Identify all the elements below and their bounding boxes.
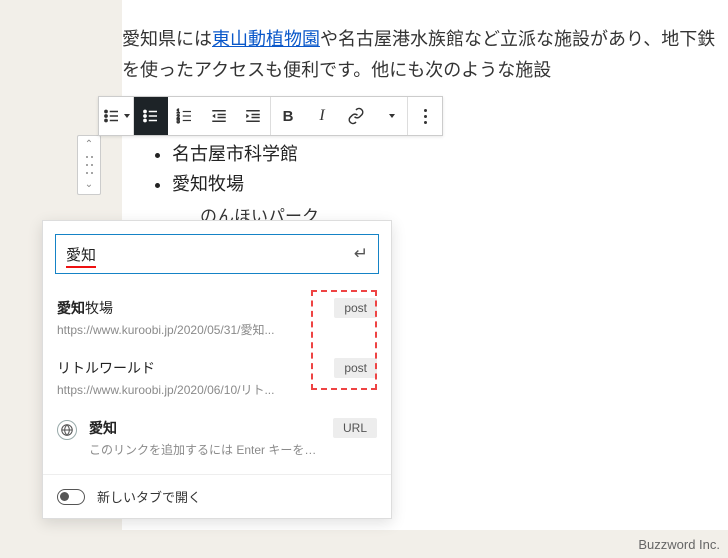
ordered-list-button[interactable]: 123 bbox=[168, 97, 202, 135]
more-vertical-icon bbox=[424, 109, 427, 124]
link-button[interactable] bbox=[339, 97, 373, 135]
link-search-field[interactable]: 愛知 ↵ bbox=[55, 234, 379, 274]
link-search-value: 愛知 bbox=[66, 244, 96, 265]
direct-title: 愛知 bbox=[89, 418, 321, 438]
chevron-down-icon bbox=[389, 114, 395, 118]
more-rich-text-button[interactable] bbox=[373, 97, 407, 135]
open-new-tab-label: 新しいタブで開く bbox=[97, 487, 201, 506]
list-item[interactable]: 愛知牧場 bbox=[172, 168, 319, 198]
chevron-up-icon: ⌃ bbox=[85, 140, 93, 150]
result-url: https://www.kuroobi.jp/2020/05/31/愛知... bbox=[57, 321, 322, 338]
link-result[interactable]: 愛知牧場 https://www.kuroobi.jp/2020/05/31/愛… bbox=[43, 288, 391, 348]
footer-credit: Buzzword Inc. bbox=[638, 537, 720, 552]
svg-text:3: 3 bbox=[177, 119, 180, 125]
result-title: リトルワールド bbox=[57, 360, 155, 376]
indent-button[interactable] bbox=[236, 97, 270, 135]
outdent-button[interactable] bbox=[202, 97, 236, 135]
paragraph-text-before: 愛知県には bbox=[122, 29, 212, 49]
bold-button[interactable]: B bbox=[271, 97, 305, 135]
paragraph-block[interactable]: 愛知県には東山動植物園や名古屋港水族館など立派な施設があり、地下鉄を使ったアクセ… bbox=[122, 0, 728, 85]
list-block[interactable]: 名古屋市科学館 愛知牧場 のんほいパーク bbox=[144, 138, 319, 229]
result-title-highlight: 愛知 bbox=[57, 300, 85, 316]
globe-icon bbox=[57, 420, 77, 440]
link-direct-url[interactable]: 愛知 このリンクを追加するには Enter キーを押... URL bbox=[43, 408, 391, 468]
unordered-list-button[interactable] bbox=[134, 97, 168, 135]
more-options-button[interactable] bbox=[408, 97, 442, 135]
inline-link[interactable]: 東山動植物園 bbox=[212, 29, 320, 49]
submit-icon[interactable]: ↵ bbox=[354, 244, 368, 264]
result-url: https://www.kuroobi.jp/2020/06/10/リト... bbox=[57, 381, 322, 398]
result-type-badge: post bbox=[334, 358, 377, 378]
link-popover-footer: 新しいタブで開く bbox=[43, 474, 391, 518]
link-popover: 愛知 ↵ 愛知牧場 https://www.kuroobi.jp/2020/05… bbox=[42, 220, 392, 519]
block-toolbar: 123 B I bbox=[98, 96, 443, 136]
open-new-tab-toggle[interactable] bbox=[57, 489, 85, 505]
link-result[interactable]: リトルワールド https://www.kuroobi.jp/2020/06/1… bbox=[43, 348, 391, 408]
italic-button[interactable]: I bbox=[305, 97, 339, 135]
direct-hint: このリンクを追加するには Enter キーを押... bbox=[89, 441, 321, 458]
list-type-dropdown[interactable] bbox=[99, 97, 133, 135]
link-results: 愛知牧場 https://www.kuroobi.jp/2020/05/31/愛… bbox=[43, 284, 391, 474]
result-title: 牧場 bbox=[85, 300, 113, 316]
chevron-down-icon: ⌄ bbox=[85, 180, 93, 190]
list-item[interactable]: 名古屋市科学館 bbox=[172, 138, 319, 168]
block-drag-handle[interactable]: ⌃ ⌄ bbox=[77, 135, 101, 195]
result-type-badge: post bbox=[334, 298, 377, 318]
result-type-badge: URL bbox=[333, 418, 377, 438]
chevron-down-icon bbox=[124, 114, 130, 118]
